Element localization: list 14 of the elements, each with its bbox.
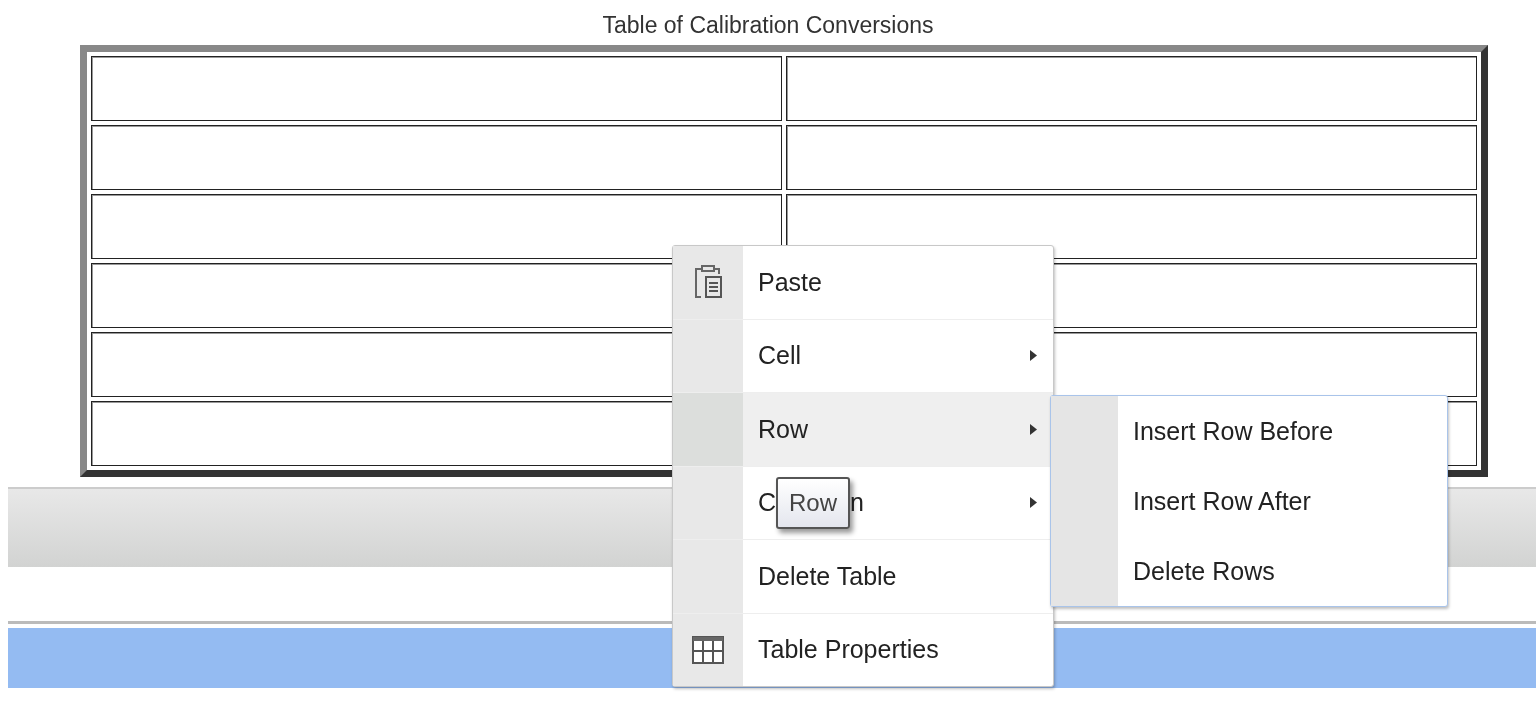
- table-caption: Table of Calibration Conversions: [601, 11, 935, 40]
- menu-item[interactable]: Insert Row After: [1051, 466, 1447, 536]
- paste-icon: [693, 264, 723, 301]
- menu-item[interactable]: Delete Table: [673, 539, 1053, 613]
- menu-label: C: [757, 488, 777, 518]
- menu-item[interactable]: Cell: [673, 318, 1053, 392]
- menu-item[interactable]: Insert Row Before: [1051, 396, 1447, 466]
- menu-item[interactable]: Row: [673, 392, 1053, 466]
- menu-item[interactable]: Delete Rows: [1051, 536, 1447, 606]
- menu-item[interactable]: Paste: [673, 246, 1053, 319]
- table-icon: [692, 635, 724, 664]
- menu-item[interactable]: Table Properties: [673, 612, 1053, 686]
- menu-label: n: [850, 488, 864, 518]
- tooltip: Row: [776, 477, 850, 529]
